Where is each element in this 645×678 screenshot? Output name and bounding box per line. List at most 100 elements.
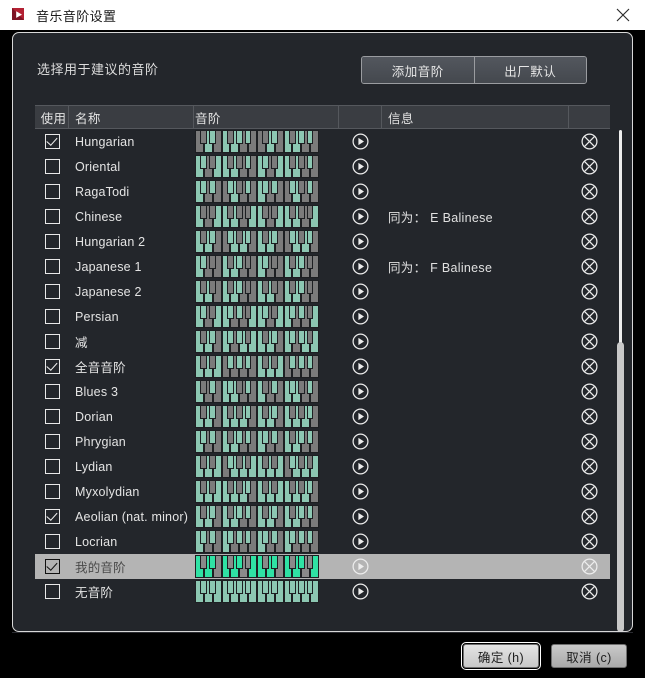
piano-black-key[interactable] [307,505,314,519]
table-row[interactable]: Locrian [35,529,610,554]
piano-black-key[interactable] [200,505,207,519]
use-checkbox[interactable] [45,134,60,149]
piano-black-key[interactable] [227,480,234,494]
table-row[interactable]: Persian [35,304,610,329]
piano-black-key[interactable] [298,330,305,344]
delete-icon[interactable] [581,358,598,375]
play-icon[interactable] [352,508,369,525]
piano-black-key[interactable] [236,180,243,194]
piano-black-key[interactable] [200,530,207,544]
piano-black-key[interactable] [245,330,252,344]
piano-black-key[interactable] [209,380,216,394]
play-icon[interactable] [352,258,369,275]
piano-black-key[interactable] [227,430,234,444]
delete-icon[interactable] [581,283,598,300]
piano-black-key[interactable] [245,430,252,444]
scale-keyboard[interactable] [195,455,319,478]
piano-black-key[interactable] [298,580,305,594]
play-icon[interactable] [352,383,369,400]
piano-black-key[interactable] [209,480,216,494]
piano-black-key[interactable] [200,355,207,369]
vertical-scrollbar[interactable] [617,130,624,630]
table-row[interactable]: Lydian [35,454,610,479]
use-checkbox[interactable] [45,509,60,524]
piano-black-key[interactable] [209,505,216,519]
piano-black-key[interactable] [200,555,207,569]
piano-black-key[interactable] [271,405,278,419]
play-icon[interactable] [352,433,369,450]
piano-black-key[interactable] [271,255,278,269]
play-icon[interactable] [352,408,369,425]
scale-keyboard[interactable] [195,280,319,303]
piano-black-key[interactable] [262,530,269,544]
piano-black-key[interactable] [245,180,252,194]
piano-black-key[interactable] [236,255,243,269]
scale-keyboard[interactable] [195,480,319,503]
piano-black-key[interactable] [227,305,234,319]
piano-black-key[interactable] [298,205,305,219]
piano-black-key[interactable] [298,455,305,469]
piano-black-key[interactable] [209,130,216,144]
piano-black-key[interactable] [271,580,278,594]
piano-black-key[interactable] [227,455,234,469]
play-icon[interactable] [352,483,369,500]
piano-black-key[interactable] [298,530,305,544]
piano-black-key[interactable] [271,505,278,519]
scale-keyboard[interactable] [195,180,319,203]
piano-black-key[interactable] [307,305,314,319]
piano-black-key[interactable] [200,305,207,319]
piano-black-key[interactable] [289,180,296,194]
play-icon[interactable] [352,583,369,600]
delete-icon[interactable] [581,308,598,325]
piano-black-key[interactable] [289,330,296,344]
piano-black-key[interactable] [307,230,314,244]
piano-black-key[interactable] [200,380,207,394]
piano-black-key[interactable] [271,305,278,319]
piano-black-key[interactable] [307,355,314,369]
piano-black-key[interactable] [289,205,296,219]
piano-black-key[interactable] [262,180,269,194]
scale-keyboard[interactable] [195,530,319,553]
piano-black-key[interactable] [289,280,296,294]
scale-keyboard[interactable] [195,405,319,428]
delete-icon[interactable] [581,508,598,525]
piano-black-key[interactable] [200,180,207,194]
use-checkbox[interactable] [45,234,60,249]
scale-keyboard[interactable] [195,380,319,403]
piano-black-key[interactable] [209,180,216,194]
piano-black-key[interactable] [227,555,234,569]
piano-black-key[interactable] [209,555,216,569]
delete-icon[interactable] [581,483,598,500]
play-icon[interactable] [352,558,369,575]
scale-keyboard[interactable] [195,255,319,278]
delete-icon[interactable] [581,558,598,575]
play-icon[interactable] [352,208,369,225]
piano-black-key[interactable] [307,330,314,344]
piano-black-key[interactable] [236,330,243,344]
piano-black-key[interactable] [307,255,314,269]
piano-black-key[interactable] [289,305,296,319]
piano-black-key[interactable] [289,355,296,369]
table-row[interactable]: Oriental [35,154,610,179]
piano-black-key[interactable] [262,455,269,469]
table-row[interactable]: Phrygian [35,429,610,454]
piano-black-key[interactable] [200,255,207,269]
piano-black-key[interactable] [236,230,243,244]
piano-black-key[interactable] [289,255,296,269]
piano-black-key[interactable] [236,555,243,569]
piano-black-key[interactable] [245,555,252,569]
piano-black-key[interactable] [271,455,278,469]
use-checkbox[interactable] [45,384,60,399]
play-icon[interactable] [352,333,369,350]
table-row[interactable]: RagaTodi [35,179,610,204]
add-scale-button[interactable]: 添加音阶 [362,57,474,83]
piano-black-key[interactable] [227,230,234,244]
play-icon[interactable] [352,358,369,375]
piano-black-key[interactable] [200,205,207,219]
scale-keyboard[interactable] [195,155,319,178]
piano-black-key[interactable] [298,505,305,519]
piano-black-key[interactable] [262,205,269,219]
play-icon[interactable] [352,233,369,250]
table-row[interactable]: Myxolydian [35,479,610,504]
use-checkbox[interactable] [45,184,60,199]
